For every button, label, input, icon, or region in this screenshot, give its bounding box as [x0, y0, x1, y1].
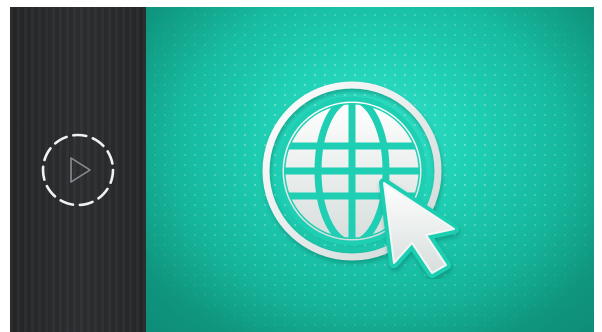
globe-icon — [262, 81, 459, 278]
video-player — [10, 7, 594, 332]
globe-illustration — [256, 79, 476, 279]
sidebar-panel — [10, 7, 146, 332]
play-button[interactable] — [40, 132, 116, 208]
hero-banner — [146, 7, 594, 332]
play-icon — [41, 133, 115, 207]
